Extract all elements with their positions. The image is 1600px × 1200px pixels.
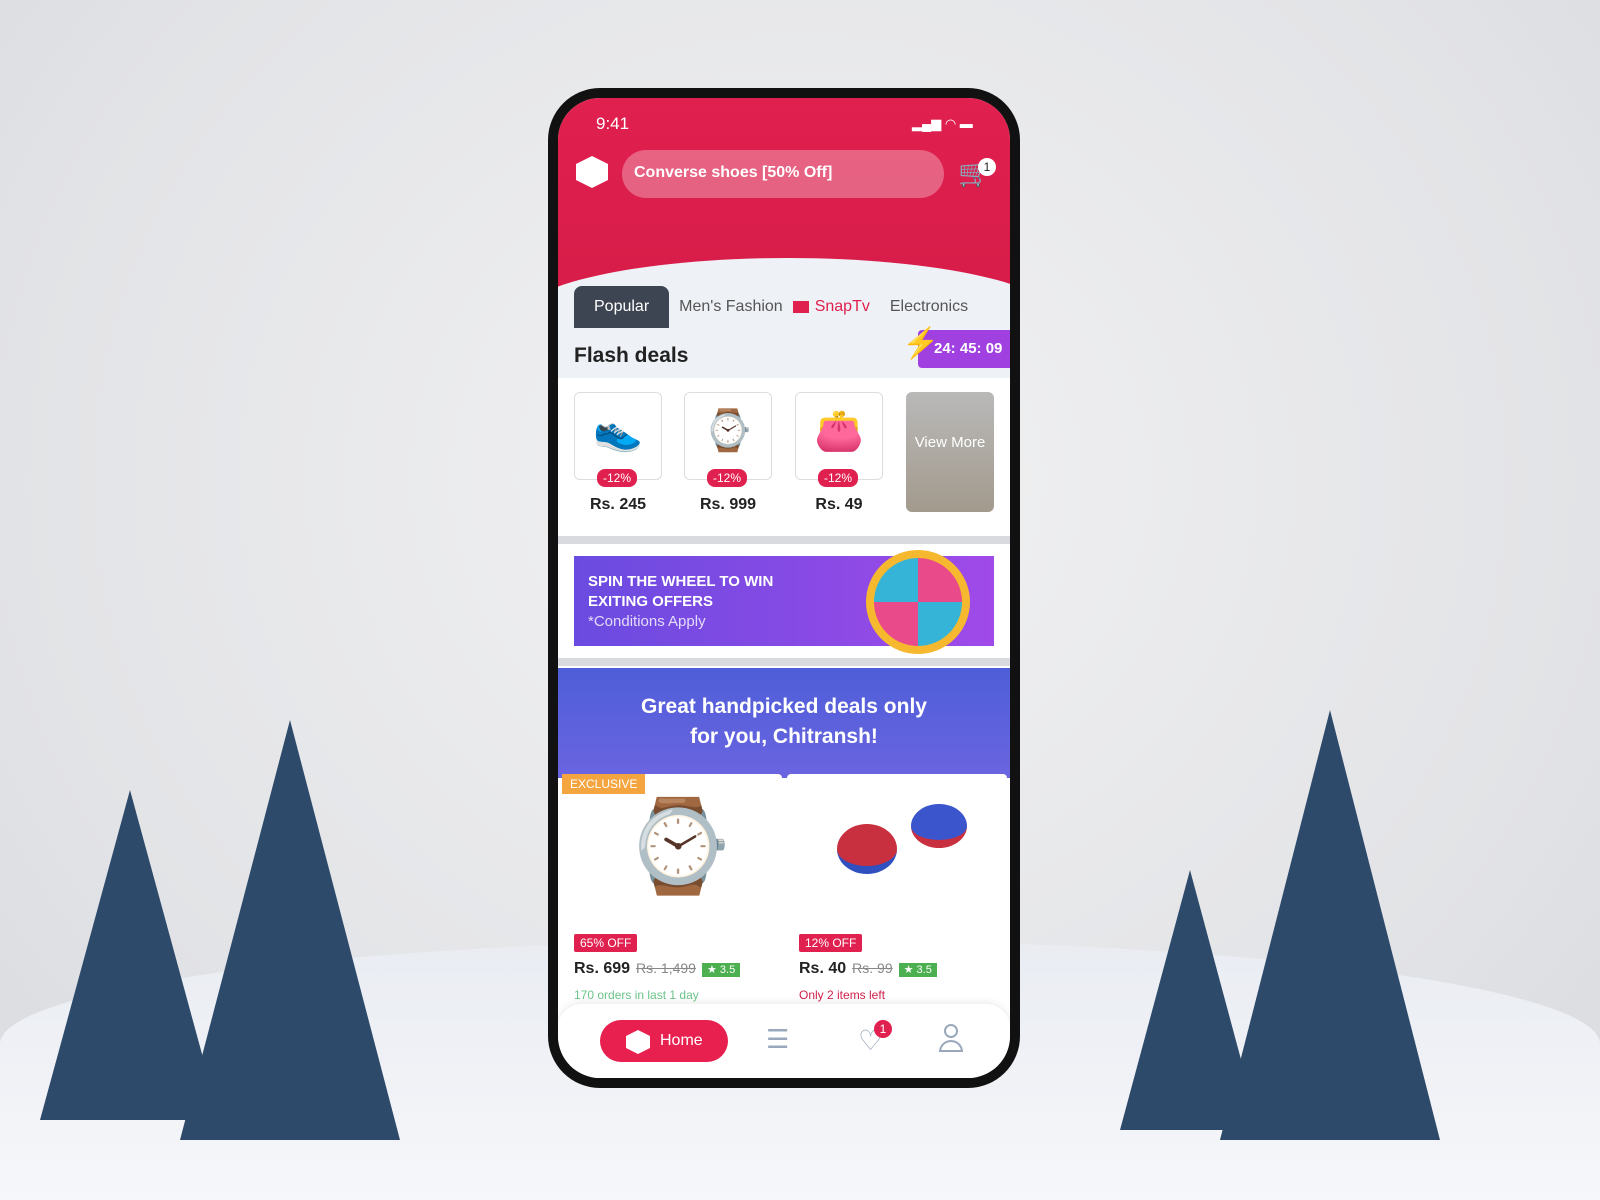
deal-price: Rs. 49 <box>815 496 863 513</box>
product-price: Rs. 699 <box>574 960 631 977</box>
discount-badge: -12% <box>707 469 748 487</box>
watch-icon: ⌚ <box>703 409 753 453</box>
tab-electronics[interactable]: Electronics <box>880 286 978 328</box>
sneaker-icon: 👟 <box>593 409 643 453</box>
off-badge: 65% OFF <box>574 934 638 952</box>
tree-decoration <box>1220 710 1440 1140</box>
nav-profile-icon[interactable] <box>938 1024 964 1054</box>
off-badge: 12% OFF <box>799 934 863 952</box>
discount-badge: -12% <box>818 469 859 487</box>
watch-image: ⌚ <box>622 797 735 897</box>
wishlist-badge: 1 <box>874 1020 892 1038</box>
deal-price: Rs. 245 <box>589 496 647 513</box>
product-price: Rs. 40 <box>799 960 847 977</box>
discount-badge: -12% <box>597 469 638 487</box>
product-card[interactable]: 12% OFF Rs. 40 Rs. 99 ★ 3.5 Only 2 items l… <box>787 774 1007 1014</box>
clay-image <box>911 804 967 848</box>
tab-snaptv[interactable]: SnapTv <box>809 286 880 328</box>
cart-badge: 1 <box>978 158 996 176</box>
rating-value: 3.5 <box>719 964 736 976</box>
tab-mens-fashion[interactable]: Men's Fashion <box>669 286 793 328</box>
view-more-button[interactable]: View More <box>906 392 994 512</box>
signal-wifi-battery-icon: ▂▄▆ ◠ ▬ <box>912 116 973 131</box>
bottom-nav: Home ☰ ♡ 1 <box>558 1004 1010 1078</box>
rating-badge: ★ 3.5 <box>701 963 741 977</box>
divider <box>558 536 1010 544</box>
rating-badge: ★ 3.5 <box>898 963 937 977</box>
logo-icon <box>626 1030 650 1054</box>
handpicked-line1: Great handpicked deals only <box>641 695 927 718</box>
rating-value: 3.5 <box>916 964 932 976</box>
tv-icon <box>792 301 809 313</box>
status-time: 9:41 <box>596 114 630 133</box>
flash-deal-handbag[interactable]: 👛 -12% <box>795 392 883 487</box>
tree-decoration <box>180 720 400 1140</box>
flash-deal-watch[interactable]: ⌚ -12% <box>684 392 772 487</box>
deal-price: Rs. 999 <box>699 496 757 513</box>
clay-image <box>837 824 897 874</box>
nav-categories-search-icon[interactable]: ☰ <box>766 1024 789 1055</box>
home-label: Home <box>660 1032 703 1049</box>
handbag-icon: 👛 <box>814 409 864 453</box>
product-card[interactable]: EXCLUSIVE ⌚ 65% OFF Rs. 699 Rs. 1,499 ★ 3.… <box>562 774 782 1014</box>
flash-deals-title: Flash deals <box>574 344 689 367</box>
tab-popular[interactable]: Popular <box>574 286 670 328</box>
lightning-icon: ⚡ <box>902 327 940 360</box>
old-price: Rs. 1,499 <box>636 960 696 976</box>
product-note: 170 orders in last 1 day <box>574 988 699 1002</box>
exclusive-badge: EXCLUSIVE <box>562 774 646 794</box>
handpicked-line2: for you, Chitransh! <box>690 725 878 748</box>
app-screen: 9:41 ▂▄▆ ◠ ▬ Converse shoes [50% Off] 🛒 … <box>558 98 1010 1078</box>
search-input[interactable]: Converse shoes [50% Off] <box>622 150 944 198</box>
product-note: Only 2 items left <box>799 988 886 1002</box>
nav-home[interactable]: Home <box>600 1020 728 1062</box>
flash-deal-sneaker[interactable]: 👟 -12% <box>574 392 662 487</box>
divider <box>558 658 1010 666</box>
handpicked-banner: Great handpicked deals only for you, Chi… <box>558 668 1010 778</box>
old-price: Rs. 99 <box>852 960 893 976</box>
category-tabs: Popular Men's Fashion SnapTv Electronics <box>574 286 1010 328</box>
spin-wheel-icon[interactable] <box>866 550 970 654</box>
